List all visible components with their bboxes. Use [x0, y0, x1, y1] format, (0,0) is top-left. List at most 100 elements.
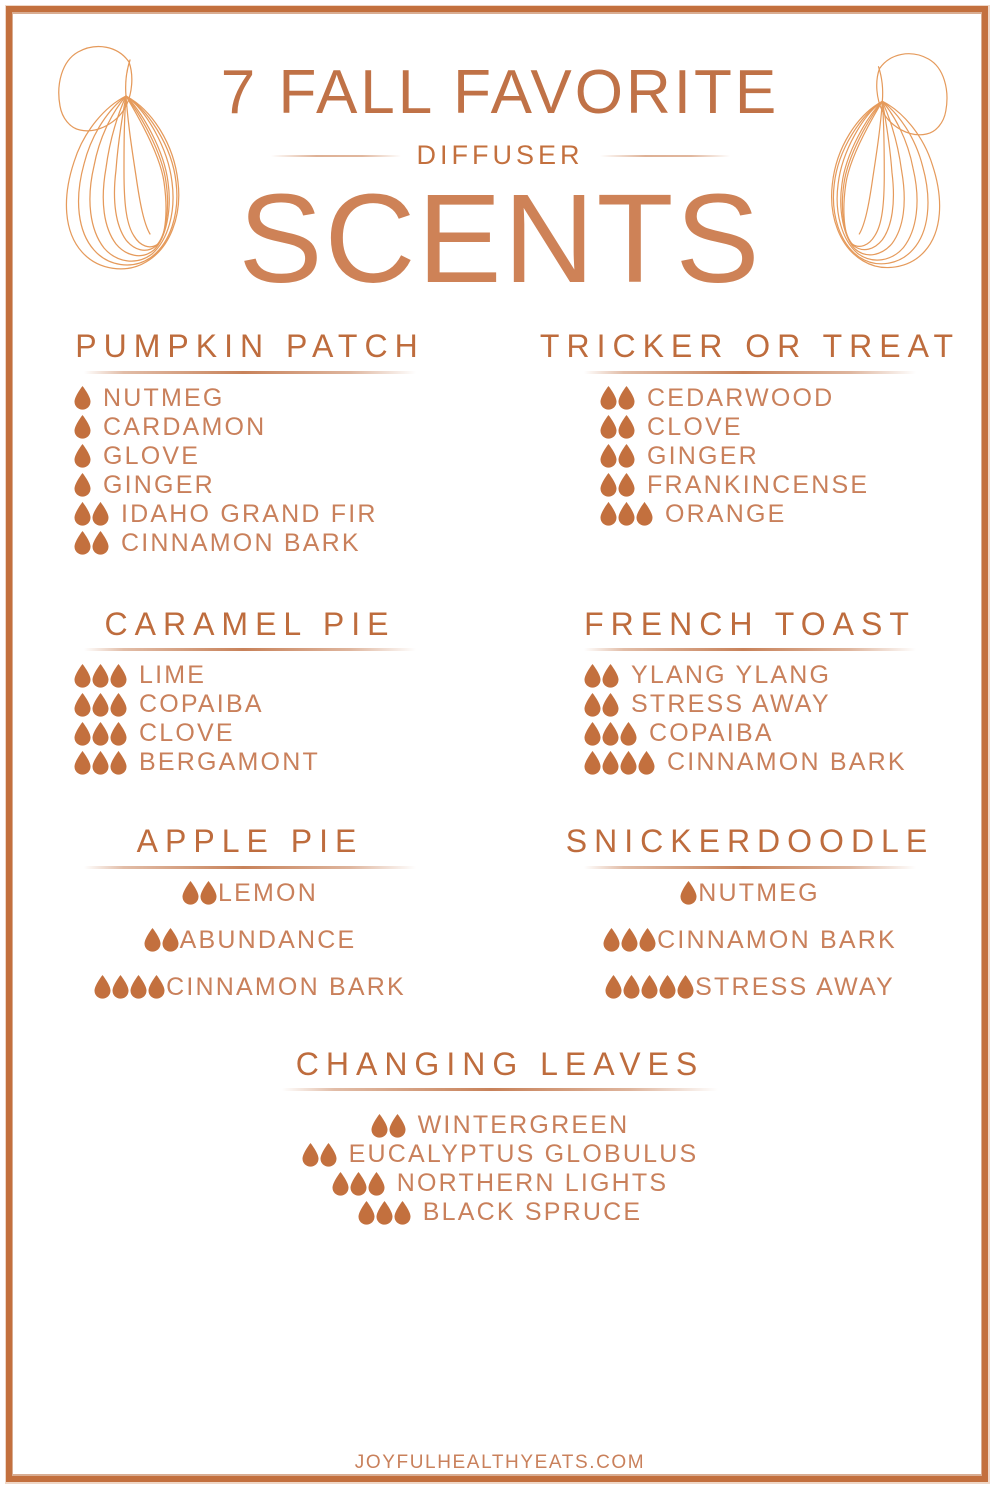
ingredient-row: ORANGE — [600, 499, 974, 528]
section-underline — [584, 648, 916, 652]
ingredient-label: CINNAMON BARK — [667, 748, 907, 777]
ingredient-row: CARDAMON — [74, 412, 474, 441]
drop-count — [358, 1200, 411, 1225]
water-drop-icon — [74, 663, 91, 688]
ingredient-list: LEMON ABUNDANCE CINNAMON BARK — [26, 878, 474, 1001]
water-drop-icon — [371, 1113, 388, 1138]
water-drop-icon — [620, 750, 637, 775]
ingredient-list: CEDARWOOD CLOVE GINGER FRANKINCENSE ORANGE — [600, 385, 974, 528]
ingredient-row: NUTMEG — [526, 880, 974, 906]
ingredient-label: COPAIBA — [649, 719, 774, 748]
ingredient-row: BERGAMONT — [74, 750, 474, 775]
ingredient-label: ABUNDANCE — [179, 925, 357, 954]
ingredient-label: CLOVE — [647, 412, 743, 441]
water-drop-icon — [92, 531, 109, 555]
drop-count — [74, 444, 91, 468]
water-drop-icon — [584, 692, 601, 717]
ingredient-row: LEMON — [26, 878, 474, 907]
ingredient-row: GINGER — [74, 472, 474, 498]
water-drop-icon — [92, 721, 109, 746]
drop-count — [584, 750, 655, 775]
drop-count — [74, 750, 127, 775]
water-drop-icon — [94, 975, 111, 999]
ingredient-label: CARDAMON — [103, 412, 267, 441]
drop-count — [94, 975, 165, 999]
ingredient-label: STRESS AWAY — [695, 972, 895, 1001]
drop-count — [600, 502, 653, 526]
ingredient-label: IDAHO GRAND FIR — [121, 499, 378, 528]
water-drop-icon — [600, 415, 617, 439]
water-drop-icon — [74, 444, 91, 468]
drop-count — [605, 975, 694, 999]
decorative-rule-right — [599, 154, 730, 157]
ingredient-row: BLACK SPRUCE — [26, 1200, 974, 1225]
water-drop-icon — [584, 721, 601, 746]
ingredient-label: LEMON — [218, 878, 318, 907]
ingredient-row: NUTMEG — [74, 383, 474, 412]
water-drop-icon — [130, 975, 147, 999]
section-tricker-or-treat: TRICKER OR TREAT CEDARWOOD CLOVE GINGER FRA… — [500, 328, 1000, 528]
ingredient-row: GLOVE — [74, 443, 474, 469]
section-snickerdoodle: SNICKERDOODLE NUTMEG CINNAMON BARK STRESS … — [500, 825, 1000, 1000]
water-drop-icon — [74, 721, 91, 746]
subtitle-row: DIFFUSER — [0, 142, 1000, 169]
drop-count — [584, 721, 637, 746]
section-title: CARAMEL PIE — [104, 605, 396, 642]
water-drop-icon — [182, 881, 199, 905]
ingredient-row: ABUNDANCE — [26, 925, 474, 954]
water-drop-icon — [584, 750, 601, 775]
ingredient-label: EUCALYPTUS GLOBULUS — [348, 1140, 699, 1169]
water-drop-icon — [350, 1171, 367, 1196]
drop-count — [182, 881, 217, 905]
drop-count — [74, 692, 127, 717]
ingredient-row: CEDARWOOD — [600, 385, 974, 411]
section-french-toast: FRENCH TOAST YLANG YLANG STRESS AWAY COPAI… — [500, 607, 1000, 777]
recipe-row-3: APPLE PIE LEMON ABUNDANCE CINNAMON BARK SN… — [0, 825, 1000, 1000]
ingredient-label: GINGER — [647, 441, 759, 470]
water-drop-icon — [618, 444, 635, 468]
drop-count — [74, 415, 91, 439]
section-title: TRICKER OR TREAT — [539, 328, 961, 364]
water-drop-icon — [358, 1200, 375, 1225]
recipe-col-right: SNICKERDOODLE NUTMEG CINNAMON BARK STRESS … — [500, 825, 1000, 1000]
ingredient-label: COPAIBA — [139, 690, 264, 719]
water-drop-icon — [110, 750, 127, 775]
water-drop-icon — [110, 692, 127, 717]
water-drop-icon — [618, 415, 635, 439]
water-drop-icon — [368, 1171, 385, 1196]
ingredient-label: ORANGE — [665, 499, 787, 528]
ingredient-row: COPAIBA — [74, 692, 474, 717]
title-line-3: SCENTS — [238, 168, 762, 309]
ingredient-list: WINTERGREEN EUCALYPTUS GLOBULUS NORTHERN L… — [26, 1113, 974, 1225]
ingredient-label: CLOVE — [139, 719, 235, 748]
ingredient-label: CINNAMON BARK — [166, 972, 406, 1001]
ingredient-row: CLOVE — [74, 721, 474, 746]
ingredient-row: COPAIBA — [584, 721, 974, 746]
water-drop-icon — [600, 473, 617, 497]
ingredient-label: BERGAMONT — [139, 748, 320, 777]
water-drop-icon — [332, 1171, 349, 1196]
ingredient-label: CINNAMON BARK — [657, 925, 897, 954]
ingredient-label: NUTMEG — [103, 383, 225, 412]
drop-count — [74, 502, 109, 526]
section-underline — [281, 1088, 719, 1092]
ingredient-label: BLACK SPRUCE — [422, 1198, 643, 1227]
drop-count — [74, 721, 127, 746]
water-drop-icon — [600, 386, 617, 410]
ingredient-row: CINNAMON BARK — [26, 972, 474, 1001]
water-drop-icon — [621, 928, 638, 952]
water-drop-icon — [376, 1200, 393, 1225]
water-drop-icon — [602, 721, 619, 746]
water-drop-icon — [74, 473, 91, 497]
water-drop-icon — [92, 502, 109, 526]
recipe-col-left: CARAMEL PIE LIME COPAIBA CLOVE BERGAMONT — [0, 605, 500, 780]
recipe-row-1: PUMPKIN PATCH NUTMEG CARDAMON GLOVE GINGER I… — [0, 328, 1000, 560]
section-changing-leaves: CHANGING LEAVES WINTERGREEN EUCALYPTUS GL… — [0, 1047, 1000, 1226]
poster-canvas: 7 FALL FAVORITE DIFFUSER SCENTS PUMPKIN … — [0, 0, 1000, 1500]
footer-website: JOYFULHEALTHYEATS.COM — [354, 1452, 646, 1473]
drop-count — [584, 692, 619, 717]
water-drop-icon — [144, 928, 161, 952]
water-drop-icon — [638, 750, 655, 775]
water-drop-icon — [302, 1142, 319, 1167]
water-drop-icon — [162, 928, 179, 952]
